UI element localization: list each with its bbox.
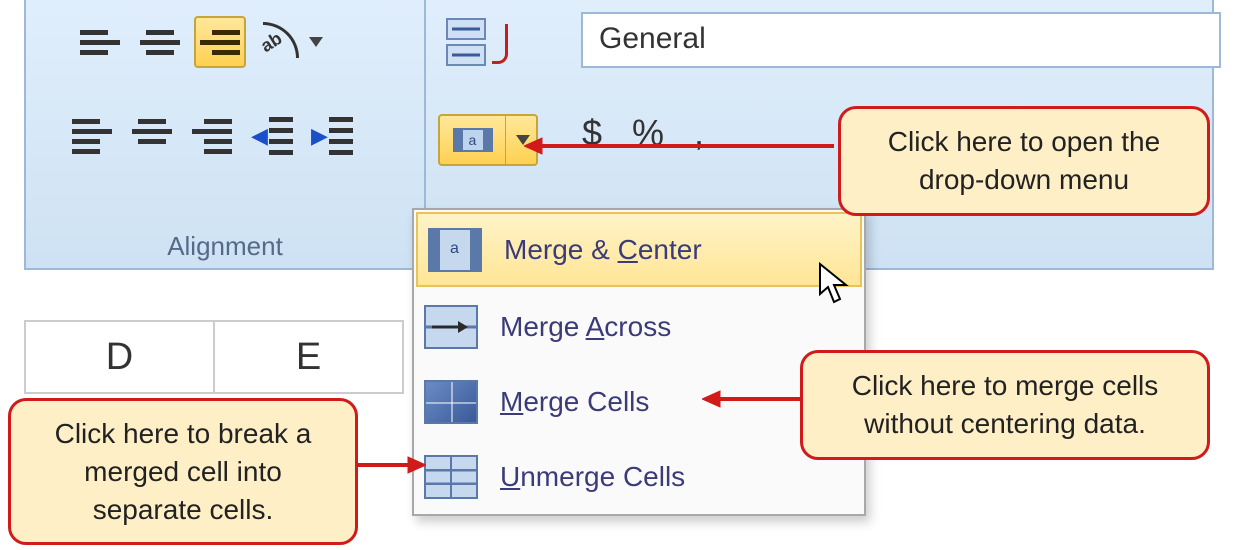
align-middle-button[interactable] bbox=[134, 16, 186, 68]
menu-item-label: Merge Across bbox=[500, 311, 671, 343]
merge-across-icon bbox=[424, 305, 478, 349]
chevron-down-icon bbox=[309, 37, 323, 47]
decrease-indent-icon: ◀ bbox=[251, 117, 293, 155]
align-left-button[interactable] bbox=[66, 110, 118, 162]
menu-item-merge-center[interactable]: a Merge & Center bbox=[416, 212, 862, 287]
group-label: Alignment bbox=[26, 231, 424, 262]
merge-center-icon: a bbox=[428, 228, 482, 272]
callout-open-menu: Click here to open the drop-down menu bbox=[838, 106, 1210, 216]
merge-dropdown-menu: a Merge & Center Merge Across Merge Cell… bbox=[412, 208, 866, 516]
number-format-select[interactable]: General bbox=[581, 12, 1221, 68]
unmerge-cells-icon bbox=[424, 455, 478, 499]
menu-item-merge-cells[interactable]: Merge Cells bbox=[414, 364, 864, 439]
percent-format-button[interactable]: % bbox=[632, 112, 694, 153]
align-right-button[interactable] bbox=[186, 110, 238, 162]
menu-item-label: Merge Cells bbox=[500, 386, 649, 418]
vertical-align-row: ab bbox=[74, 16, 326, 68]
align-center-button[interactable] bbox=[126, 110, 178, 162]
align-top-button[interactable] bbox=[74, 16, 126, 68]
orientation-button[interactable]: ab bbox=[254, 16, 326, 68]
merge-center-icon: a bbox=[453, 128, 493, 152]
menu-item-merge-across[interactable]: Merge Across bbox=[414, 289, 864, 364]
horizontal-align-row: ◀ ▶ bbox=[66, 110, 358, 162]
merge-center-split-button[interactable]: a bbox=[438, 114, 538, 166]
increase-indent-icon: ▶ bbox=[311, 117, 353, 155]
column-header[interactable]: D bbox=[24, 322, 215, 392]
accounting-format-button[interactable]: $ bbox=[582, 112, 632, 153]
merge-dropdown-toggle[interactable] bbox=[506, 116, 536, 164]
merge-cells-icon bbox=[424, 380, 478, 424]
comma-format-button[interactable]: , bbox=[694, 112, 734, 153]
menu-item-label: Merge & Center bbox=[504, 234, 702, 266]
column-header[interactable]: E bbox=[215, 322, 404, 392]
decrease-indent-button[interactable]: ◀ bbox=[246, 110, 298, 162]
callout-unmerge: Click here to break a merged cell into s… bbox=[8, 398, 358, 545]
menu-item-unmerge-cells[interactable]: Unmerge Cells bbox=[414, 439, 864, 514]
menu-item-label: Unmerge Cells bbox=[500, 461, 685, 493]
increase-indent-button[interactable]: ▶ bbox=[306, 110, 358, 162]
chevron-down-icon bbox=[516, 135, 530, 145]
alignment-group: ab ◀ ▶ bbox=[26, 0, 426, 270]
align-bottom-button[interactable] bbox=[194, 16, 246, 68]
callout-merge-no-center: Click here to merge cells without center… bbox=[800, 350, 1210, 460]
wrap-text-button[interactable] bbox=[446, 18, 502, 78]
number-format-icons[interactable]: $%, bbox=[582, 112, 734, 154]
merge-center-button[interactable]: a bbox=[440, 116, 506, 164]
orientation-icon: ab bbox=[257, 18, 305, 66]
